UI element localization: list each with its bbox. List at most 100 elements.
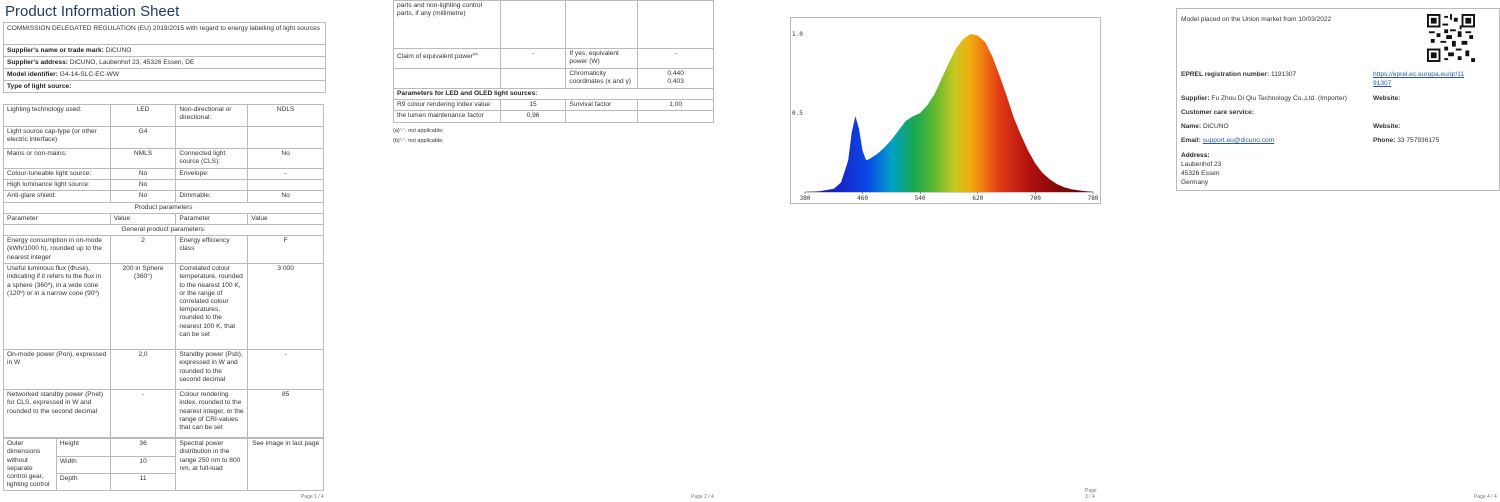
led-params-heading: Parameters for LED and OLED light source… <box>393 87 714 101</box>
envelope-value: - <box>247 167 324 181</box>
dimmable-value: No <box>247 190 324 203</box>
flux-value: 200 in Sphere (360°) <box>109 263 177 351</box>
spec-table-box: Lighting technology used: LED Non-directio… <box>3 104 324 492</box>
dimmable-label: Dimmable: <box>175 190 249 203</box>
phone-row: Phone: 33 757936175 <box>1373 136 1439 145</box>
phone-label: Phone: <box>1373 137 1396 144</box>
col-value-2: Value <box>247 212 324 226</box>
anti-glare-label: Anti-glare shield: <box>3 190 111 203</box>
supplier-address-row: Supplier's address: DiCUNO, Laubenhof 23… <box>4 57 325 69</box>
col-parameter-1: Parameter <box>3 212 111 226</box>
x-tick-label: 540 <box>915 195 926 202</box>
standby-label: Standby power (Psb), expressed in W and … <box>175 349 249 391</box>
energy-consumption-value: 2 <box>109 235 177 265</box>
col-value-1: Value <box>109 212 177 226</box>
info-box: COMMISSION DELEGATED REGULATION (EU) 201… <box>3 22 326 93</box>
outer-dim-label: Outer dimensions without separate contro… <box>3 438 57 492</box>
chromaticity-label: Chromaticity coordinates (x and y) <box>565 68 639 89</box>
high-lum-value: No <box>109 179 177 192</box>
width-label: Width <box>55 455 111 475</box>
efficiency-class-value: F <box>247 235 324 265</box>
x-tick-label: 380 <box>800 195 811 202</box>
spectrum-area <box>805 34 1093 192</box>
connected-value: No <box>247 148 324 169</box>
survival-label: Survival factor <box>565 99 639 112</box>
equiv-power-label: Claim of equivalent power <box>397 53 473 61</box>
eprel-link-line-2: 91307 <box>1373 80 1392 87</box>
x-tick-label: 620 <box>972 195 983 202</box>
spd-label: Spectral power distribution in the range… <box>175 438 249 492</box>
standby-value: - <box>247 349 324 391</box>
address-label: Address: <box>1181 152 1210 159</box>
page-4: Model placed on the Union market from 10… <box>1176 0 1500 502</box>
website-row: Website: <box>1373 94 1400 103</box>
net-standby-value: - <box>109 389 177 439</box>
page-number: Page 3 / 4 <box>1085 488 1097 500</box>
type-heading: Type of light source: <box>4 81 325 93</box>
email-link[interactable]: support.eu@dicuno.com <box>1203 137 1275 144</box>
email-row: Email: support.eu@dicuno.com <box>1181 136 1274 145</box>
spec-table: Lighting technology used: LED Non-directio… <box>3 104 324 439</box>
page-1: Product Information Sheet COMMISSION DEL… <box>0 0 330 502</box>
chromaticity-y: 0,403 <box>667 78 684 86</box>
high-lum-label: High luminance light source: <box>3 179 111 192</box>
model-label: Model identifier: <box>7 71 58 78</box>
footnote-b: (b)'-' : not applicable; <box>393 137 444 144</box>
equiv-power-label-cell: Claim of equivalent power(a) <box>393 48 501 69</box>
address-block: Address: Laubenhof 23 45326 Essen German… <box>1181 151 1221 187</box>
website-label: Website: <box>1373 95 1401 102</box>
supplier-row: Supplier: Fu Zhou Di Qiu Technology Co.,… <box>1181 94 1347 103</box>
height-label: Height <box>55 438 111 457</box>
address-line-3: Germany <box>1181 179 1209 186</box>
product-params-heading: Product parameters <box>3 201 324 214</box>
page-number: Page 4 / 4 <box>1474 494 1497 500</box>
lighting-tech-value: LED <box>109 104 177 127</box>
cap-type-label: Light source cap-type (or other electric… <box>3 126 111 149</box>
eprel-link-line-1: https://eprel.ec.europa.eu/qr/11 <box>1373 71 1465 78</box>
x-tick-label: 700 <box>1030 195 1041 202</box>
if-yes-value: - <box>637 48 714 69</box>
footnote-a: (a)'-' : not applicable; <box>393 127 444 134</box>
name-value: DiCUNO <box>1203 123 1229 130</box>
supplier-label: Supplier: <box>1181 95 1210 102</box>
cap-type-value: G4 <box>109 126 177 149</box>
model-value: G4-14-SLC-EC-WW <box>59 71 120 78</box>
page-number: Page 2 / 4 <box>691 494 714 500</box>
name-row: Name: DiCUNO <box>1181 122 1229 131</box>
footnotes: (a)'-' : not applicable; (b)'-' : not ap… <box>393 126 714 146</box>
cri-value: 85 <box>247 389 324 439</box>
lumen-maint-value: 0,96 <box>499 110 567 123</box>
efficiency-class-label: Energy efficiency class <box>175 235 249 265</box>
lumen-maint-label: the lumen maintenance factor <box>393 110 501 123</box>
address-line-2: 45326 Essen <box>1181 170 1220 177</box>
y-tick-label: 1.0 <box>792 31 803 38</box>
flux-label: Useful luminous flux (Φuse), indicating … <box>3 263 111 351</box>
r9-value: 15 <box>499 99 567 112</box>
directional-label: Non-directional or directional: <box>175 104 249 127</box>
dimensions-continued-label: parts and non-lighting control parts, if… <box>393 0 501 49</box>
page-2: parts and non-lighting control parts, if… <box>393 0 723 502</box>
website2-row: Website: <box>1373 122 1400 131</box>
x-tick-label: 460 <box>857 195 868 202</box>
depth-label: Depth <box>55 473 111 492</box>
cct-label: Correlated colour temperature, rounded t… <box>175 263 249 351</box>
col-parameter-2: Parameter <box>175 212 249 226</box>
general-params-heading: General product parameters: <box>3 224 324 237</box>
connected-label: Connected light source (CLS): <box>175 148 249 169</box>
regulation-text: COMMISSION DELEGATED REGULATION (EU) 201… <box>4 23 325 45</box>
colour-tuneable-value: No <box>109 167 177 181</box>
mains-value: NMLS <box>109 148 177 169</box>
x-tick-label: 780 <box>1088 195 1099 202</box>
market-date-text: Model placed on the Union market from 10… <box>1181 16 1332 23</box>
lighting-tech-label: Lighting technology used: <box>3 104 111 127</box>
qr-code-icon[interactable] <box>1427 14 1475 62</box>
supplier-name-row: Supplier's name or trade mark: DiCUNO <box>4 45 325 57</box>
if-yes-label: If yes, equivalent power (W) <box>565 48 639 69</box>
on-power-value: 2,0 <box>109 349 177 391</box>
cri-label: Colour rendering index, rounded to the n… <box>175 389 249 439</box>
anti-glare-value: No <box>109 190 177 203</box>
eprel-link[interactable]: https://eprel.ec.europa.eu/qr/11 91307 <box>1373 70 1464 88</box>
eprel-row: EPREL registration number: 1191307 <box>1181 70 1296 79</box>
on-power-label: On-mode power (Pon), expressed in W <box>3 349 111 391</box>
directional-value: NDLS <box>247 104 324 127</box>
